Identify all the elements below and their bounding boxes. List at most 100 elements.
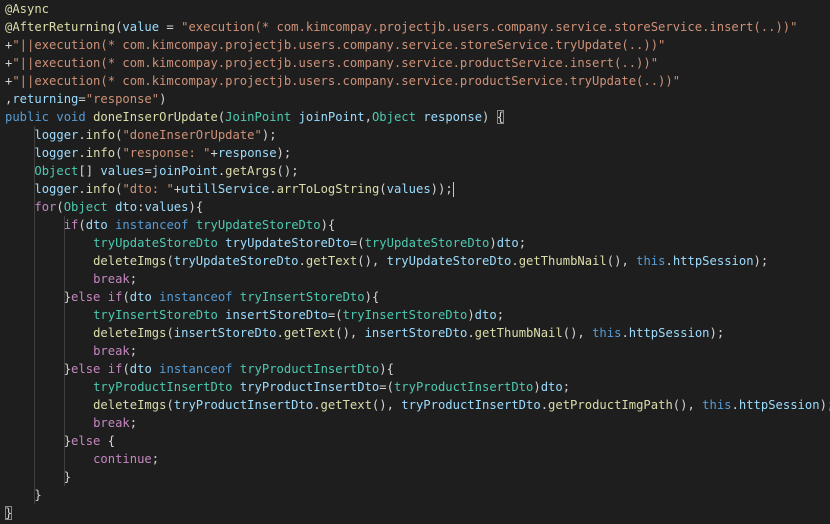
code-token: @Async [5,2,50,16]
code-token: (), [335,326,365,340]
code-line[interactable]: @AfterReturning(value = "execution(* com… [5,18,797,36]
code-token: + [210,146,218,160]
code-token: doneInserOrUpdate [93,110,218,124]
code-token: joinPoint [298,110,365,124]
code-token: instanceof [159,362,233,376]
code-token: ); [261,128,277,142]
code-line[interactable]: logger.info("response: "+response); [5,144,291,162]
code-token: tryInsertStoreDto [239,290,365,304]
code-token: ; [129,272,138,286]
code-line[interactable]: deleteImgs(tryUpdateStoreDto.getText(), … [5,252,768,270]
code-token: (), [606,254,637,268]
code-token: (), [357,254,387,268]
code-token: getThumbNail [474,326,563,340]
code-token: ) [482,110,497,124]
code-token: logger [34,128,79,142]
code-token: ( [56,200,64,214]
code-token: tryProductInsertDto [93,380,233,394]
code-token: this [592,326,622,340]
code-editor[interactable]: @Async @AfterReturning(value = "execution… [0,0,830,524]
code-line[interactable]: break; [5,342,137,360]
code-token: response [423,110,483,124]
code-token: (); [276,164,299,178]
code-line[interactable]: tryInsertStoreDto insertStoreDto=(tryIns… [5,306,504,324]
code-line[interactable]: +"||execution(* com.kimcompay.projectjb.… [5,54,658,72]
code-line[interactable]: } [5,504,13,522]
code-line[interactable]: break; [5,270,137,288]
code-token: insertStoreDto [173,326,277,340]
code-line[interactable]: }else if(dto instanceof tryProductInsert… [5,360,394,378]
code-line[interactable]: if(dto instanceof tryUpdateStoreDto){ [5,216,336,234]
code-token: httpSession [672,254,754,268]
code-line[interactable]: +"||execution(* com.kimcompay.projectjb.… [5,72,680,90]
code-token: tryProductInsertDto [239,380,380,394]
code-token: instanceof [115,218,189,232]
code-token: value [122,20,160,34]
code-token: ){ [379,362,394,376]
code-token: ; [151,452,160,466]
code-token: . [78,146,86,160]
code-token: ( [122,362,130,376]
code-token: ){ [188,200,204,214]
code-token: tryProductInsertDto [173,398,314,412]
code-token: getText [305,254,358,268]
code-token: ( [78,218,86,232]
code-token: break [93,272,130,286]
code-line[interactable]: Object[] values=joinPoint.getArgs(); [5,162,299,180]
code-line[interactable]: } [5,486,42,504]
code-token: . [540,398,549,412]
code-line[interactable]: +"||execution(* com.kimcompay.projectjb.… [5,36,665,54]
code-token: returning [12,92,79,106]
code-line[interactable]: @Async [5,0,49,18]
code-token: )); [430,182,453,196]
code-line[interactable]: logger.info("dto: "+utillService.arrToLo… [5,180,454,198]
code-token: ); [819,398,830,412]
code-token: this [702,398,732,412]
code-token: else [71,362,101,376]
code-token: . [731,398,739,412]
code-token: info [85,128,116,142]
code-line[interactable]: ,returning="response") [5,90,166,108]
code-line[interactable]: deleteImgs(insertStoreDto.getText(), ins… [5,324,724,342]
code-line[interactable]: }else { [5,432,115,450]
code-line[interactable]: tryUpdateStoreDto tryUpdateStoreDto=(try… [5,234,526,252]
code-token: = [144,164,152,178]
code-token: getText [320,398,372,412]
code-token: } [5,488,42,502]
code-line[interactable]: logger.info("doneInserOrUpdate"); [5,126,277,144]
code-token: tryUpdateStoreDto [225,236,350,250]
code-token: break [93,416,130,430]
code-token: logger [34,182,79,196]
code-line[interactable]: } [5,468,71,486]
code-token: dto [129,362,152,376]
code-token: "execution(* com.kimcompay.projectjb.use… [181,20,798,34]
code-line[interactable]: continue; [5,450,159,468]
code-token: } [5,470,72,484]
code-token: ) [533,380,541,394]
code-token: response [217,146,277,160]
code-line[interactable]: for(Object dto:values){ [5,198,203,216]
code-line[interactable]: tryProductInsertDto tryProductInsertDto=… [5,378,570,396]
code-line[interactable]: }else if(dto instanceof tryInsertStoreDt… [5,288,380,306]
code-token: tryUpdateStoreDto [195,218,321,232]
code-token: ; [129,416,138,430]
code-line[interactable]: public void doneInserOrUpdate(JoinPoint … [5,108,505,126]
code-token: tryProductInsertDto [239,362,380,376]
code-line[interactable]: break; [5,414,137,432]
code-line[interactable]: deleteImgs(tryProductInsertDto.getText()… [5,396,830,414]
